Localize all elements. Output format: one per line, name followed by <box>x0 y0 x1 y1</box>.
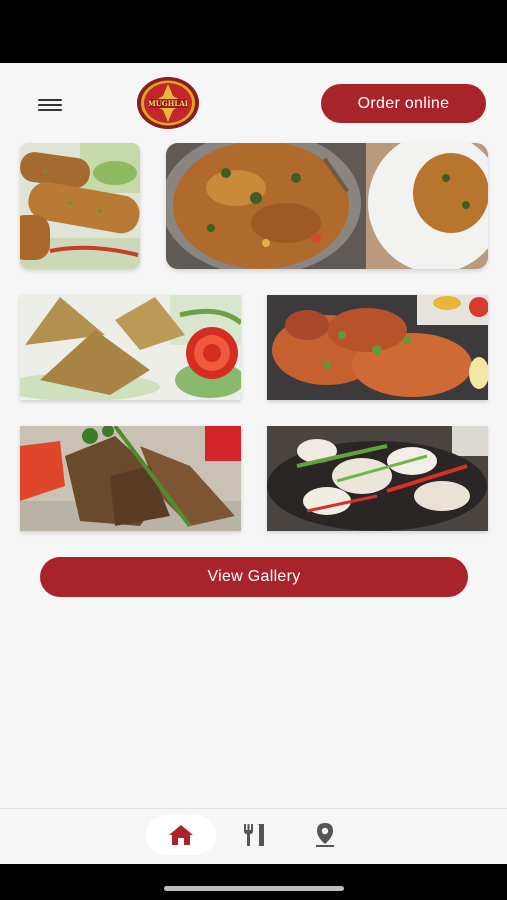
location-pin-icon <box>316 823 334 847</box>
status-bar <box>0 0 507 63</box>
nav-location[interactable] <box>290 815 360 855</box>
lamb-chops-photo[interactable] <box>20 426 241 531</box>
nav-menu[interactable] <box>219 815 289 855</box>
seekh-kebab-photo[interactable] <box>20 143 140 269</box>
header: MUGHLAI Order online <box>0 63 507 143</box>
home-gesture-bar[interactable] <box>164 886 344 891</box>
app-screen: MUGHLAI Order online View Gallery <box>0 63 507 808</box>
bottom-navigation <box>0 808 507 864</box>
view-gallery-button[interactable]: View Gallery <box>40 557 468 597</box>
hamburger-menu-icon[interactable] <box>38 99 62 113</box>
nav-home[interactable] <box>146 815 216 855</box>
chicken-tikka-sizzler-photo[interactable] <box>267 426 488 531</box>
cutlery-icon <box>244 824 264 846</box>
biryani-photo[interactable] <box>166 143 488 269</box>
system-navigation-bar <box>0 864 507 900</box>
order-online-button[interactable]: Order online <box>321 84 486 123</box>
home-icon <box>169 825 193 845</box>
logo-text: MUGHLAI <box>148 99 188 108</box>
tandoori-chicken-photo[interactable] <box>267 295 488 400</box>
restaurant-logo[interactable]: MUGHLAI <box>136 76 200 130</box>
samosa-photo[interactable] <box>20 295 241 400</box>
